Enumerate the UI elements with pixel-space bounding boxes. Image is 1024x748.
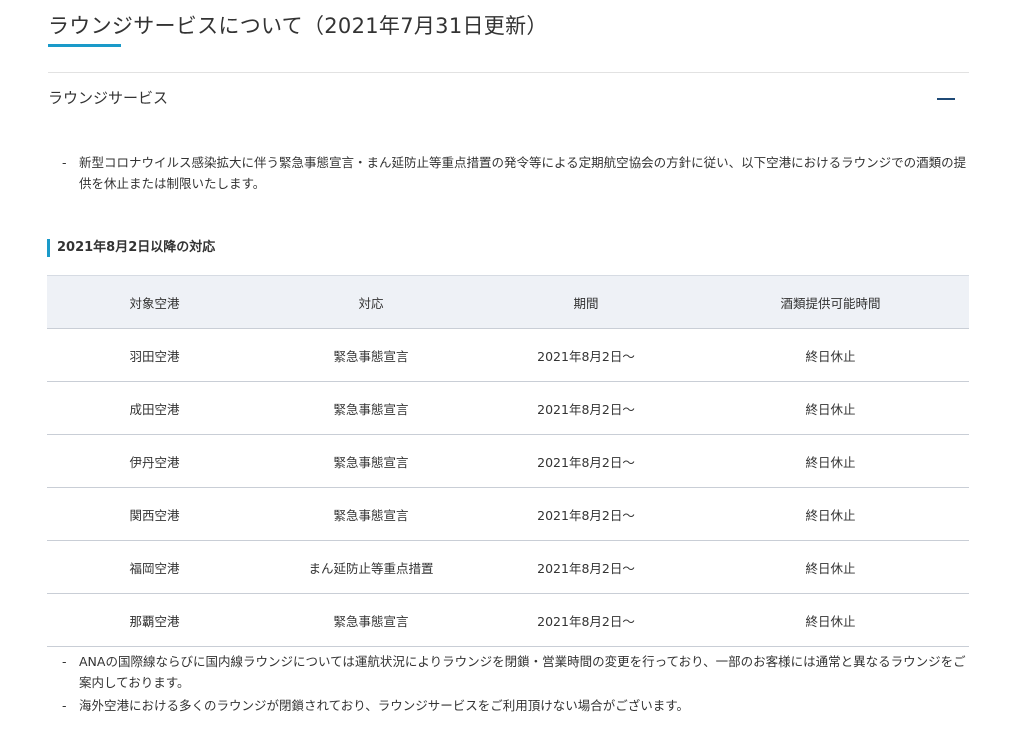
cell-alcohol-hours: 終日休止 xyxy=(692,328,969,382)
cell-airport: 伊丹空港 xyxy=(47,434,262,488)
bullet-dash: - xyxy=(62,698,67,713)
column-header-alcohol-hours: 酒類提供可能時間 xyxy=(692,275,969,329)
cell-airport: 福岡空港 xyxy=(47,540,262,594)
note-1: - ANAの国際線ならびに国内線ラウンジについては運航状況によりラウンジを閉鎖・… xyxy=(62,651,968,693)
cell-alcohol-hours: 終日休止 xyxy=(692,381,969,435)
bullet-dash: - xyxy=(62,155,67,170)
table-row: 関西空港 緊急事態宣言 2021年8月2日〜 終日休止 xyxy=(47,487,969,541)
bullet-dash: - xyxy=(62,654,67,669)
cell-airport: 羽田空港 xyxy=(47,328,262,382)
note-text: ANAの国際線ならびに国内線ラウンジについては運航状況によりラウンジを閉鎖・営業… xyxy=(79,654,966,690)
cell-period: 2021年8月2日〜 xyxy=(480,540,692,594)
cell-period: 2021年8月2日〜 xyxy=(480,381,692,435)
cell-response: 緊急事態宣言 xyxy=(262,487,480,541)
cell-response: 緊急事態宣言 xyxy=(262,381,480,435)
note-text: 海外空港における多くのラウンジが閉鎖されており、ラウンジサービスをご利用頂けない… xyxy=(79,698,690,713)
column-header-response: 対応 xyxy=(262,275,480,329)
cell-alcohol-hours: 終日休止 xyxy=(692,593,969,647)
cell-period: 2021年8月2日〜 xyxy=(480,328,692,382)
lounge-table: 対象空港 対応 期間 酒類提供可能時間 羽田空港 緊急事態宣言 2021年8月2… xyxy=(47,275,969,647)
cell-response: 緊急事態宣言 xyxy=(262,434,480,488)
column-header-airport: 対象空港 xyxy=(47,275,262,329)
cell-response: 緊急事態宣言 xyxy=(262,328,480,382)
cell-alcohol-hours: 終日休止 xyxy=(692,540,969,594)
table-row: 羽田空港 緊急事態宣言 2021年8月2日〜 終日休止 xyxy=(47,328,969,382)
cell-alcohol-hours: 終日休止 xyxy=(692,434,969,488)
table-row: 那覇空港 緊急事態宣言 2021年8月2日〜 終日休止 xyxy=(47,593,969,647)
cell-airport: 関西空港 xyxy=(47,487,262,541)
cell-period: 2021年8月2日〜 xyxy=(480,487,692,541)
cell-airport: 那覇空港 xyxy=(47,593,262,647)
column-header-period: 期間 xyxy=(480,275,692,329)
cell-period: 2021年8月2日〜 xyxy=(480,593,692,647)
page-title: ラウンジサービスについて（2021年7月31日更新） xyxy=(48,14,548,38)
table-row: 福岡空港 まん延防止等重点措置 2021年8月2日〜 終日休止 xyxy=(47,540,969,594)
cell-alcohol-hours: 終日休止 xyxy=(692,487,969,541)
notice-top: - 新型コロナウイルス感染拡大に伴う緊急事態宣言・まん延防止等重点措置の発令等に… xyxy=(62,152,968,194)
cell-period: 2021年8月2日〜 xyxy=(480,434,692,488)
note-2: - 海外空港における多くのラウンジが閉鎖されており、ラウンジサービスをご利用頂け… xyxy=(62,695,968,716)
section-heading: 2021年8月2日以降の対応 xyxy=(47,239,215,257)
accordion-label: ラウンジサービス xyxy=(48,89,169,107)
cell-airport: 成田空港 xyxy=(47,381,262,435)
minus-icon[interactable] xyxy=(937,98,955,100)
cell-response: 緊急事態宣言 xyxy=(262,593,480,647)
lounge-service-accordion[interactable]: ラウンジサービス xyxy=(48,72,969,125)
cell-response: まん延防止等重点措置 xyxy=(262,540,480,594)
table-header-row: 対象空港 対応 期間 酒類提供可能時間 xyxy=(47,275,969,329)
notice-text: 新型コロナウイルス感染拡大に伴う緊急事態宣言・まん延防止等重点措置の発令等による… xyxy=(79,155,967,191)
table-row: 成田空港 緊急事態宣言 2021年8月2日〜 終日休止 xyxy=(47,381,969,435)
title-underline xyxy=(48,44,121,47)
table-row: 伊丹空港 緊急事態宣言 2021年8月2日〜 終日休止 xyxy=(47,434,969,488)
